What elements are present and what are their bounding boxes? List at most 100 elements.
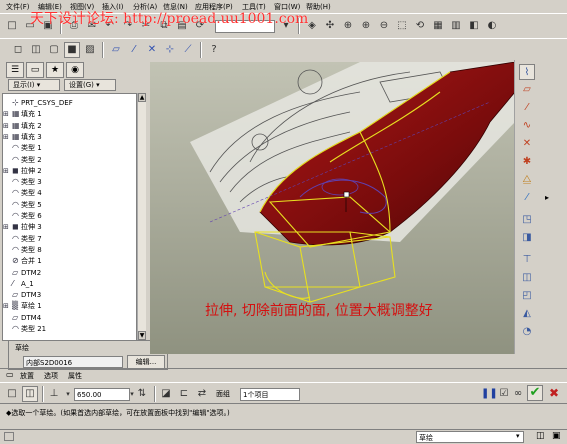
whats-this-icon[interactable]: ? [206, 42, 222, 58]
tree-item[interactable]: ⁄ A_1 [3, 279, 34, 289]
offset-tool-icon[interactable]: ◭ [519, 306, 535, 322]
orient-icon[interactable]: ⊕ [340, 18, 356, 34]
depth-drag-handle[interactable] [343, 191, 350, 198]
tree-item[interactable]: ◠ 类型 21 [3, 324, 46, 334]
scroll-up-icon[interactable]: ▲ [138, 93, 146, 102]
folder-browser-tab-icon[interactable]: ▭ [26, 62, 44, 78]
scroll-down-icon[interactable]: ▼ [138, 331, 146, 340]
analysis-tool-icon[interactable]: ⧋ [519, 172, 535, 188]
favorites-tab-icon[interactable]: ★ [46, 62, 64, 78]
expand-toggle-icon[interactable]: ⊞ [3, 302, 12, 310]
remove-material-icon[interactable]: ◪ [158, 386, 174, 402]
face-group-collector[interactable]: 1个项目 [240, 388, 300, 401]
settings-dropdown[interactable]: 设置(G) ▾ [64, 79, 116, 91]
sketch-reference-field[interactable]: 内部S2D0016 [23, 356, 123, 368]
tree-item-label: 类型 6 [21, 212, 42, 220]
hidden-line-icon[interactable]: ◫ [28, 42, 44, 58]
tree-item[interactable]: ▱ DTM3 [3, 290, 41, 300]
tree-item[interactable]: ◠ 类型 7 [3, 234, 42, 244]
selection-filter-dropdown[interactable]: 草绘 [416, 431, 524, 443]
solid-extrude-icon[interactable]: □ [4, 386, 20, 402]
datum-axis-display-icon[interactable]: ⁄ [126, 42, 142, 58]
zoom-out-icon[interactable]: ⊖ [376, 18, 392, 34]
datum-point-tool-icon[interactable]: ✕ [519, 136, 535, 152]
flip-material-icon[interactable]: ⇄ [194, 386, 210, 402]
saved-views-icon[interactable]: ▦ [430, 18, 446, 34]
surface-icon: ◠ [12, 154, 19, 164]
spin-center-icon[interactable]: ✣ [322, 18, 338, 34]
expand-toggle-icon[interactable]: ⊞ [3, 122, 12, 130]
extend-tool-icon[interactable]: ◰ [519, 288, 535, 304]
tree-item[interactable]: ⊞ ◼ 拉伸 2 [3, 166, 42, 176]
mirror-icon[interactable]: ◨ [519, 230, 535, 246]
merge-icon: ⊘ [12, 256, 19, 266]
shading-icon[interactable]: ■ [64, 42, 80, 58]
expand-toggle-icon[interactable]: ⊞ [3, 110, 12, 118]
tree-item[interactable]: ◠ 类型 4 [3, 188, 42, 198]
tree-item[interactable]: ◠ 类型 2 [3, 155, 42, 165]
tree-item[interactable]: ◠ 类型 8 [3, 245, 42, 255]
csys-display-icon[interactable]: ⊹ [162, 42, 178, 58]
cancel-x-icon[interactable]: ✖ [546, 385, 562, 401]
dashboard-collapse-icon[interactable]: ▭ [6, 370, 14, 379]
sketch-edit-button[interactable]: 编辑... [127, 355, 165, 369]
surface-extrude-icon[interactable]: ◫ [22, 386, 38, 402]
thicken-sketch-icon[interactable]: ⊏ [176, 386, 192, 402]
tab-properties[interactable]: 属性 [68, 370, 82, 382]
trim-tool-icon[interactable]: ◫ [519, 270, 535, 286]
tree-item[interactable]: ⊘ 合并 1 [3, 256, 42, 266]
appearance-icon[interactable]: ◐ [484, 18, 500, 34]
datum-plane-tool-icon[interactable]: ▱ [519, 82, 535, 98]
filter-dropdown-arrow-icon[interactable]: ▾ [516, 432, 520, 440]
tree-item[interactable]: ⊞ ◼ 拉伸 3 [3, 222, 42, 232]
zoom-in-icon[interactable]: ⊕ [358, 18, 374, 34]
enhanced-realism-icon[interactable]: ▨ [82, 42, 98, 58]
tree-item[interactable]: ◠ 类型 6 [3, 211, 42, 221]
tree-item[interactable]: ⊞ ▦填充 3 [3, 132, 42, 142]
tree-item[interactable]: ◠ 类型 3 [3, 177, 42, 187]
tree-item[interactable]: ▱ DTM2 [3, 268, 41, 278]
tree-item[interactable]: ⊹ PRT_CSYS_DEF [3, 98, 73, 108]
tree-item[interactable]: ⊞ ▒ 草绘 1 [3, 301, 42, 311]
sketched-datum-icon[interactable]: ⁄ [519, 190, 535, 206]
menu-help[interactable]: 帮助(H) [306, 2, 331, 12]
flyout-arrow-icon[interactable]: ▸ [539, 190, 555, 206]
tree-item[interactable]: ▱ DTM4 [3, 313, 41, 323]
reorient-icon[interactable]: ⟲ [412, 18, 428, 34]
new-icon[interactable]: □ [4, 18, 20, 34]
view-manager-icon[interactable]: ◧ [466, 18, 482, 34]
preview-glasses-icon[interactable]: ∞ [510, 386, 526, 402]
menu-file[interactable]: 文件(F) [6, 2, 30, 12]
layers-icon[interactable]: ▥ [448, 18, 464, 34]
copy-feature-icon[interactable]: ◳ [519, 212, 535, 228]
pause-icon[interactable]: ❚❚ [480, 386, 498, 402]
annotation-display-icon[interactable]: ⟋ [180, 42, 196, 58]
tab-placement[interactable]: 放置 [20, 370, 34, 382]
flip-direction-icon[interactable]: ⇅ [134, 386, 150, 402]
confirm-check-icon[interactable]: ✔ [527, 385, 543, 401]
refit-icon[interactable]: ⬚ [394, 18, 410, 34]
expand-toggle-icon[interactable]: ⊞ [3, 167, 12, 175]
tree-item[interactable]: ◠ 类型 5 [3, 200, 42, 210]
show-dropdown[interactable]: 显示(I) ▾ [8, 79, 60, 91]
datum-point-display-icon[interactable]: ✕ [144, 42, 160, 58]
thicken-tool-icon[interactable]: ◔ [519, 324, 535, 340]
csys-tool-icon[interactable]: ✱ [519, 154, 535, 170]
model-tree-tab-icon[interactable]: ☰ [6, 62, 24, 78]
web-browser-tab-icon[interactable]: ◉ [66, 62, 84, 78]
tab-options[interactable]: 选项 [44, 370, 58, 382]
datum-axis-tool-icon[interactable]: ⁄ [519, 100, 535, 116]
tree-item[interactable]: ⊞ ▦填充 2 [3, 121, 42, 131]
sketch-tool-icon[interactable]: ⌇ [519, 64, 535, 80]
tree-item[interactable]: ◠ 类型 1 [3, 143, 42, 153]
no-hidden-icon[interactable]: ▢ [46, 42, 62, 58]
merge-tool-icon[interactable]: ⊤ [519, 252, 535, 268]
datum-plane-display-icon[interactable]: ▱ [108, 42, 124, 58]
expand-toggle-icon[interactable]: ⊞ [3, 223, 12, 231]
depth-value-field[interactable]: 650.00 [74, 388, 130, 401]
datum-curve-tool-icon[interactable]: ∿ [519, 118, 535, 134]
wireframe-icon[interactable]: ◻ [10, 42, 26, 58]
tree-scrollbar[interactable]: ▲ ▼ [137, 93, 146, 341]
tree-item[interactable]: ⊞ ▦填充 1 [3, 109, 42, 119]
expand-toggle-icon[interactable]: ⊞ [3, 133, 12, 141]
